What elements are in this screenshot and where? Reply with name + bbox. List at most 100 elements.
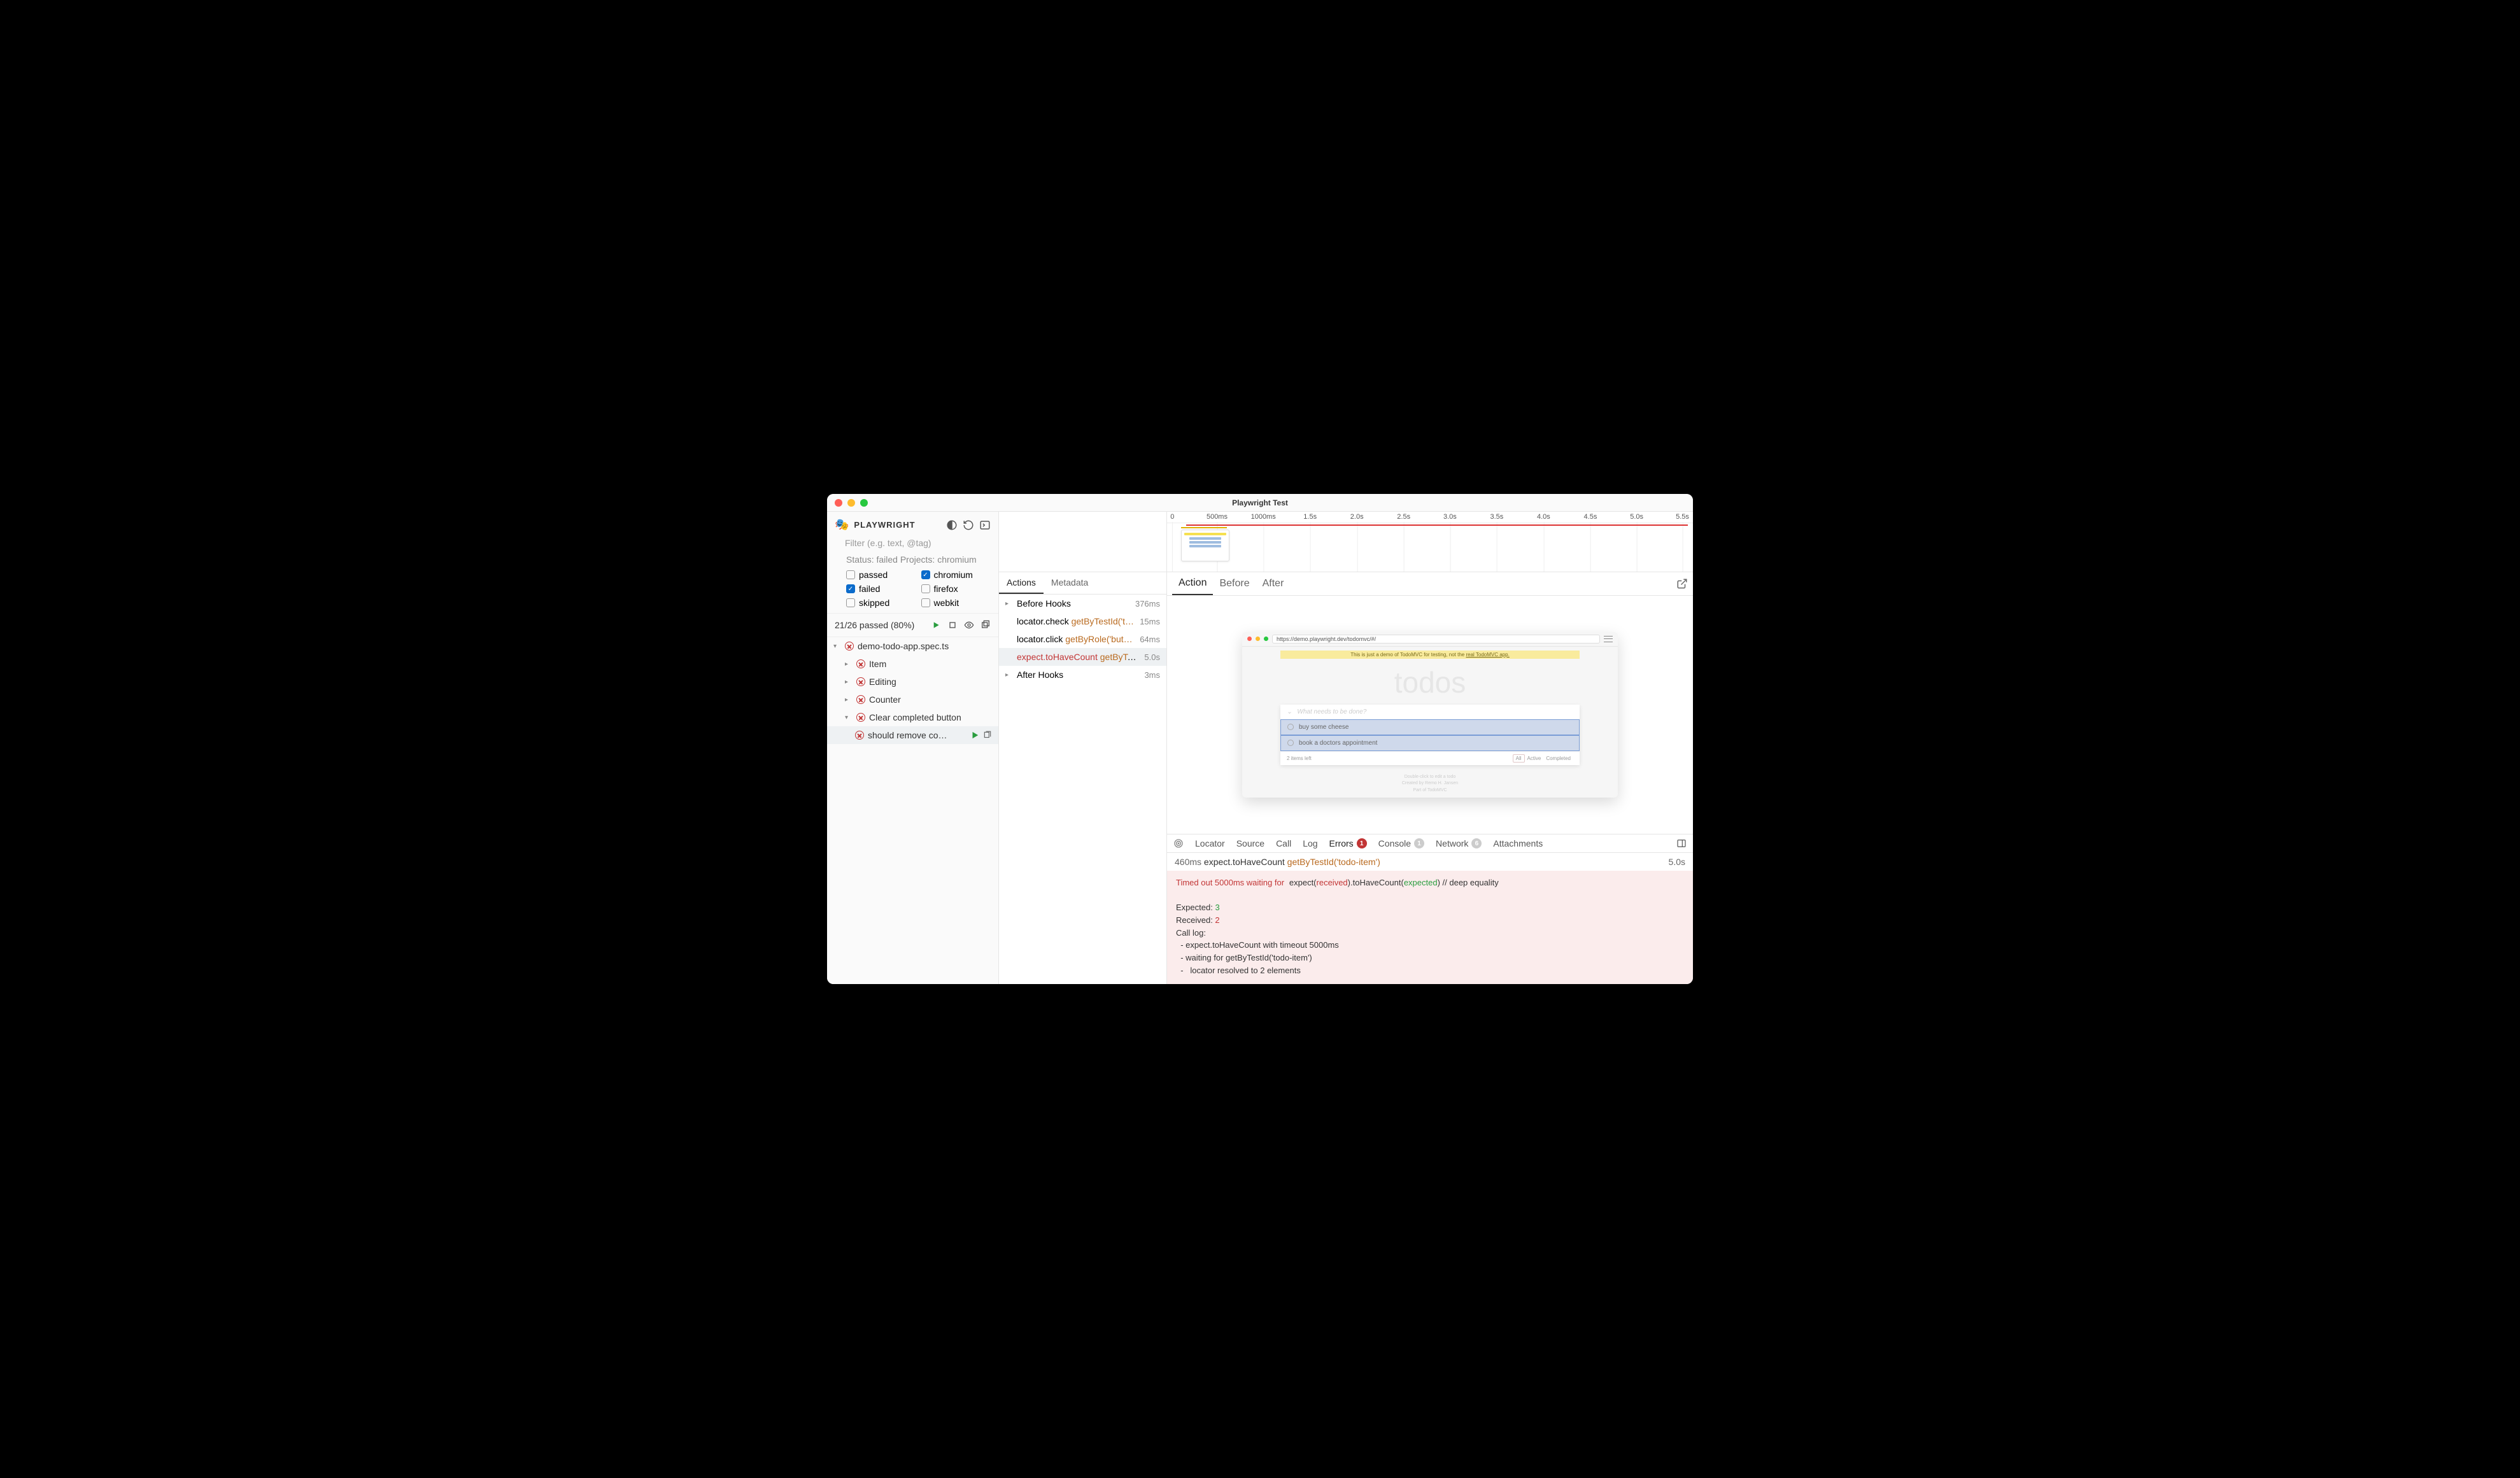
window-title: Playwright Test [827,498,1693,507]
checkbox-passed[interactable]: passed [846,570,916,580]
timeline-error-bar [1186,524,1688,526]
tab-actions[interactable]: Actions [999,572,1044,594]
action-row[interactable]: locator.click getByRole('but…64ms [999,630,1166,648]
preview-close-icon [1247,637,1252,641]
action-row[interactable]: locator.check getByTestId('t…15ms [999,612,1166,630]
tab-console[interactable]: Console1 [1378,838,1424,848]
filter-input[interactable] [845,538,993,548]
error-icon [856,677,865,686]
test-summary-bar: 21/26 passed (80%) [827,613,998,637]
checkbox-skipped[interactable]: skipped [846,598,916,608]
filter-checkboxes: passed ✓chromium ✓failed firefox skipped… [827,570,998,613]
preview-credits: Double-click to edit a todo Created by R… [1242,770,1618,798]
checkbox-chromium[interactable]: ✓chromium [921,570,991,580]
maximize-button[interactable] [860,499,868,507]
tree-suite[interactable]: ▸Editing [827,673,998,691]
actions-tabs: Actions Metadata [999,572,1166,595]
error-header: 460ms expect.toHaveCount getByTestId('to… [1167,853,1693,871]
error-body: Timed out 5000ms waiting for expect(rece… [1167,871,1693,984]
watch-icon[interactable] [964,620,974,630]
open-source-icon[interactable] [983,731,992,740]
error-icon [856,695,865,704]
open-external-icon[interactable] [1676,578,1688,589]
action-row[interactable]: expect.toHaveCount getByTe…5.0s [999,648,1166,666]
stop-icon[interactable] [947,620,958,630]
traffic-lights [827,499,868,507]
error-icon [855,731,864,740]
sidebar-header: 🎭 PLAYWRIGHT [827,512,998,538]
todo-footer: 2 items left All Active Completed [1280,751,1580,765]
action-row[interactable]: ▸After Hooks3ms [999,666,1166,684]
filter-status: Status: failed Projects: chromium [827,553,998,570]
snapshot-tabs: Action Before After [1167,572,1693,596]
tab-log[interactable]: Log [1303,838,1317,848]
run-test-icon[interactable] [970,731,979,740]
demo-banner: This is just a demo of TodoMVC for testi… [1280,651,1580,659]
todo-app: ⌄What needs to be done? buy some cheese … [1280,705,1580,765]
collapse-icon[interactable] [980,620,991,630]
action-row[interactable]: ▸Before Hooks376ms [999,595,1166,612]
tree-suite[interactable]: ▾Clear completed button [827,708,998,726]
preview-chrome-bar: https://demo.playwright.dev/todomvc/#/ [1242,632,1618,647]
brand-label: PLAYWRIGHT [854,520,941,530]
bottom-tabs: Locator Source Call Log Errors1 Console1… [1167,834,1693,853]
tab-source[interactable]: Source [1236,838,1264,848]
todos-title: todos [1242,663,1618,705]
terminal-icon[interactable] [979,519,991,531]
detail-panel: 0 500ms 1000ms 1.5s 2.0s 2.5s 3.0s 3.5s … [1167,512,1693,984]
actions-list: ▸Before Hooks376ms locator.check getByTe… [999,595,1166,684]
tree-suite[interactable]: ▸Item [827,655,998,673]
timeline-action-bar [1181,527,1227,528]
timeline-segment-left [999,512,1166,572]
target-icon[interactable] [1173,838,1184,848]
timeline-thumbnail[interactable] [1181,530,1229,561]
preview-min-icon [1256,637,1260,641]
checkbox-webkit[interactable]: webkit [921,598,991,608]
tab-before[interactable]: Before [1213,573,1256,595]
timeline[interactable]: 0 500ms 1000ms 1.5s 2.0s 2.5s 3.0s 3.5s … [1167,512,1693,572]
timeline-ticks: 0 500ms 1000ms 1.5s 2.0s 2.5s 3.0s 3.5s … [1167,512,1693,523]
snapshot-preview: https://demo.playwright.dev/todomvc/#/ T… [1167,596,1693,834]
tree-suite[interactable]: ▸Counter [827,691,998,708]
theme-toggle-icon[interactable] [946,519,958,531]
tree-test[interactable]: should remove co… [827,726,998,744]
playwright-logo-icon: 🎭 [835,518,849,531]
tree-file[interactable]: ▾demo-todo-app.spec.ts [827,637,998,655]
preview-browser: https://demo.playwright.dev/todomvc/#/ T… [1242,632,1618,798]
tab-after[interactable]: After [1256,573,1291,595]
tab-attachments[interactable]: Attachments [1493,838,1543,848]
console-badge: 1 [1414,838,1424,848]
reload-icon[interactable] [963,519,974,531]
preview-url: https://demo.playwright.dev/todomvc/#/ [1272,635,1600,644]
app-body: 🎭 PLAYWRIGHT Status: failed Projects: ch… [827,512,1693,984]
test-tree: ▾demo-todo-app.spec.ts ▸Item ▸Editing ▸C… [827,637,998,984]
todo-item: buy some cheese [1280,719,1580,735]
bottom-panel: Locator Source Call Log Errors1 Console1… [1167,834,1693,984]
minimize-button[interactable] [847,499,855,507]
actions-panel: Actions Metadata ▸Before Hooks376ms loca… [999,512,1167,984]
tab-call[interactable]: Call [1276,838,1291,848]
titlebar: Playwright Test [827,494,1693,512]
tab-errors[interactable]: Errors1 [1329,838,1367,848]
network-badge: 6 [1471,838,1482,848]
checkbox-firefox[interactable]: firefox [921,584,991,594]
todo-input: ⌄What needs to be done? [1280,705,1580,719]
app-window: Playwright Test 🎭 PLAYWRIGHT Status: fai… [827,494,1693,984]
tab-metadata[interactable]: Metadata [1044,572,1096,594]
hamburger-icon [1604,636,1613,642]
tab-network[interactable]: Network6 [1436,838,1482,848]
close-button[interactable] [835,499,842,507]
run-icon[interactable] [931,620,941,630]
tab-locator[interactable]: Locator [1195,838,1225,848]
error-icon [845,642,854,651]
todo-item: book a doctors appointment [1280,735,1580,751]
tab-action[interactable]: Action [1172,572,1213,595]
test-summary: 21/26 passed (80%) [835,620,914,630]
checkbox-failed[interactable]: ✓failed [846,584,916,594]
sidebar: 🎭 PLAYWRIGHT Status: failed Projects: ch… [827,512,999,984]
preview-max-icon [1264,637,1268,641]
errors-badge: 1 [1357,838,1367,848]
error-icon [856,659,865,668]
side-panel-icon[interactable] [1676,838,1687,848]
error-icon [856,713,865,722]
